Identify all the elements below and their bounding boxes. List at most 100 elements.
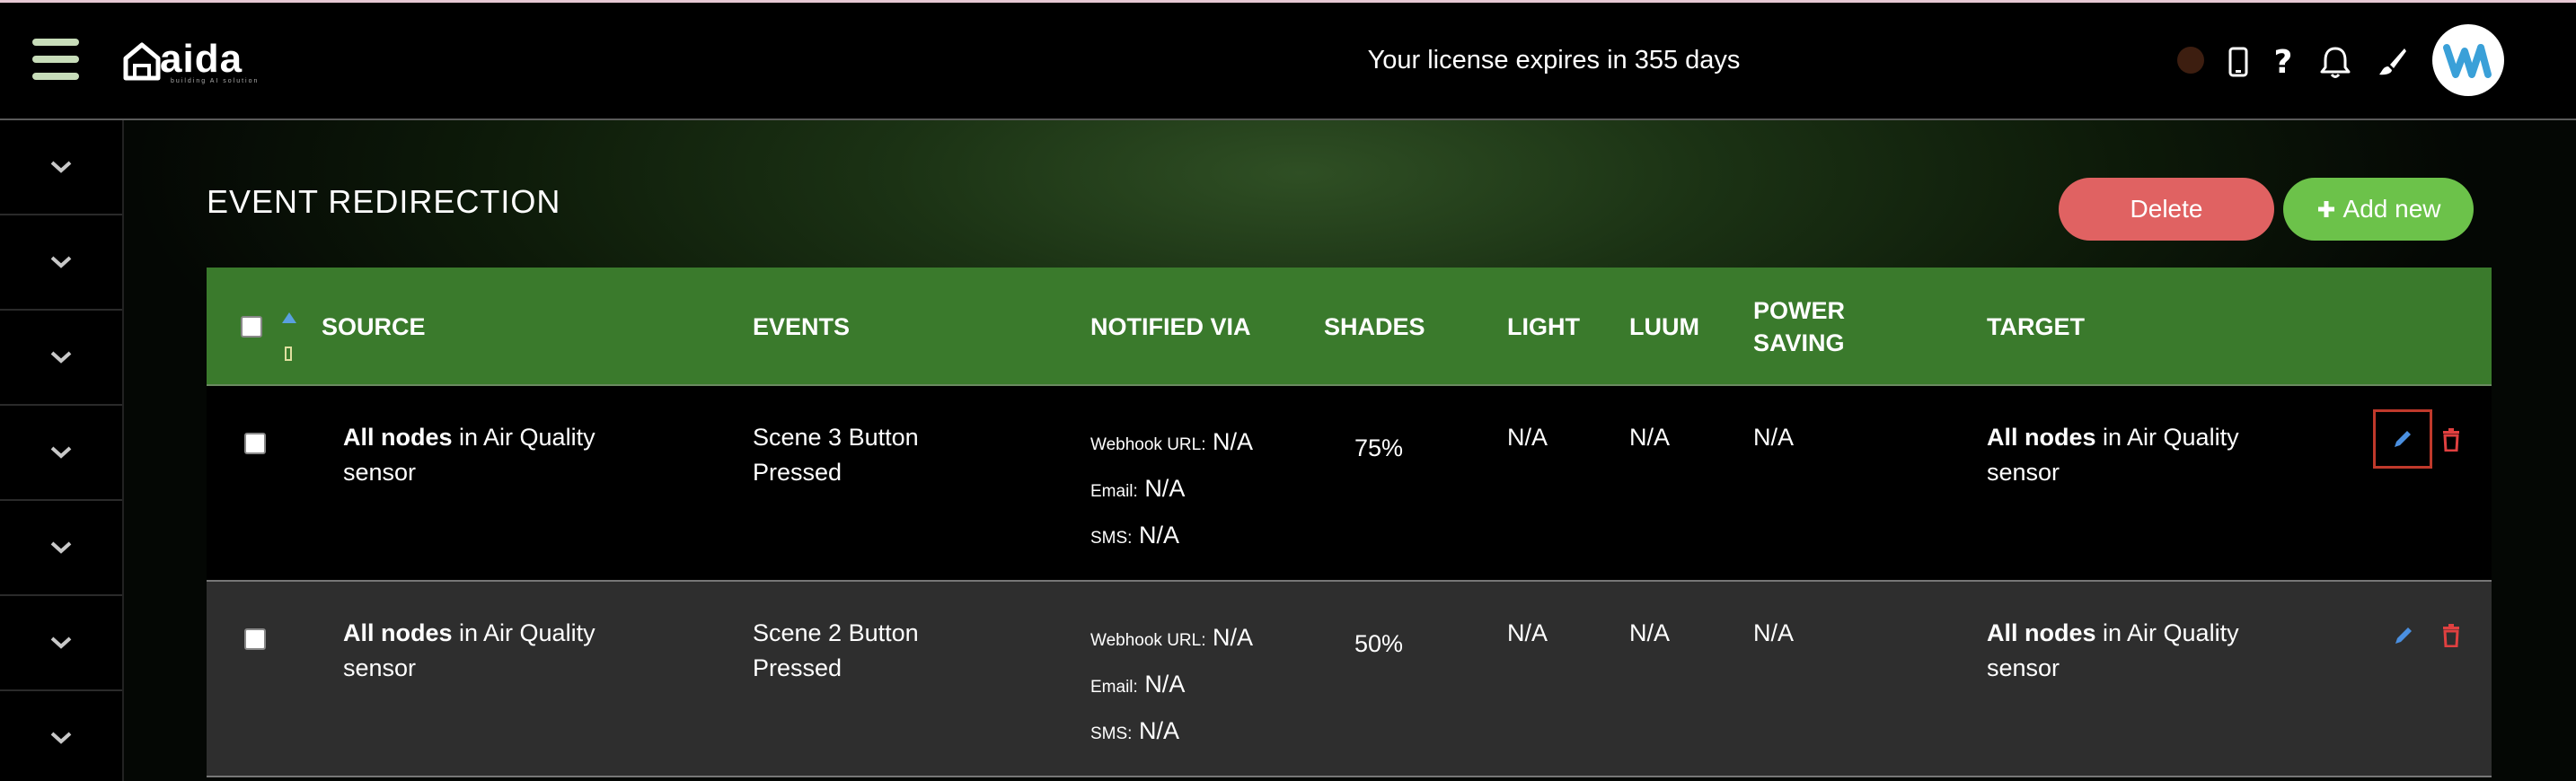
shades-cell: 75% (1354, 434, 1404, 461)
source-scope: All nodes (343, 619, 453, 646)
power-saving-cell: N/A (1753, 424, 1795, 451)
source-device-line2: sensor (343, 459, 417, 486)
target-device-line2: sensor (1987, 654, 2060, 681)
trash-icon (2443, 624, 2459, 647)
logo[interactable]: aida building AI solution (122, 37, 257, 87)
home-logo-icon (123, 42, 161, 81)
row-checkbox[interactable] (244, 628, 266, 650)
col-target[interactable]: TARGET (1987, 311, 2085, 343)
email-value: N/A (1144, 671, 1186, 698)
sidebar-item-4[interactable] (0, 406, 122, 501)
col-notified-via[interactable]: NOTIFIED VIA (1090, 311, 1251, 343)
sort-asc-icon[interactable] (282, 312, 296, 323)
col-events[interactable]: EVENTS (753, 311, 850, 343)
email-label: Email: (1090, 482, 1138, 501)
light-cell: N/A (1507, 619, 1548, 646)
event-line2: Pressed (753, 459, 842, 486)
webhook-label: Webhook URL: (1090, 435, 1206, 454)
status-dot (2177, 47, 2204, 74)
select-all-checkbox[interactable] (241, 316, 262, 338)
logo-subtext: building AI solution (171, 78, 260, 84)
delete-row-button[interactable] (2438, 619, 2465, 652)
event-cell: Scene 3 Button Pressed (753, 420, 919, 490)
pencil-icon (2395, 627, 2412, 644)
license-notice: Your license expires in 355 days (1367, 46, 1741, 75)
delete-row-button[interactable] (2438, 424, 2465, 456)
sidebar-item-6[interactable] (0, 596, 122, 691)
help-icon[interactable]: ? (2263, 42, 2303, 82)
phone-icon[interactable] (2219, 42, 2258, 82)
sms-value: N/A (1138, 717, 1179, 744)
delete-button[interactable]: Delete (2059, 178, 2274, 241)
avatar[interactable] (2432, 24, 2504, 96)
trash-icon (2443, 428, 2459, 452)
light-cell: N/A (1507, 424, 1548, 451)
plus-icon (2317, 201, 2334, 217)
chevron-down-icon (50, 351, 72, 364)
bell-icon[interactable] (2316, 42, 2355, 82)
event-line1: Scene 2 Button (753, 619, 919, 646)
page-title: EVENT REDIRECTION (207, 183, 561, 220)
col-luum[interactable]: LUUM (1629, 311, 1699, 343)
webhook-label: Webhook URL: (1090, 631, 1206, 650)
target-scope: All nodes (1987, 424, 2096, 451)
menu-icon[interactable] (32, 39, 79, 80)
brush-icon[interactable] (2373, 42, 2413, 82)
logo-text: aida (160, 37, 243, 81)
sidebar-item-3[interactable] (0, 311, 122, 406)
event-cell: Scene 2 Button Pressed (753, 616, 919, 686)
sidebar-item-7[interactable] (0, 691, 122, 781)
chevron-down-icon (50, 256, 72, 268)
sidebar-item-1[interactable] (0, 120, 122, 215)
pencil-icon (2395, 431, 2411, 447)
add-new-button[interactable]: Add new (2283, 178, 2474, 241)
target-device: in Air Quality (2095, 424, 2239, 451)
chevron-down-icon (50, 541, 72, 554)
target-scope: All nodes (1987, 619, 2096, 646)
chevron-down-icon (50, 636, 72, 649)
target-device: in Air Quality (2095, 619, 2239, 646)
add-new-label: Add new (2342, 195, 2441, 223)
top-bar: aida building AI solution Your license e… (0, 0, 2576, 118)
target-device-line2: sensor (1987, 459, 2060, 486)
email-value: N/A (1144, 475, 1186, 502)
sms-label: SMS: (1090, 724, 1133, 743)
col-source[interactable]: SOURCE (322, 311, 426, 343)
target-cell: All nodes in Air Quality sensor (1987, 420, 2239, 490)
target-cell: All nodes in Air Quality sensor (1987, 616, 2239, 686)
shades-cell: 50% (1354, 630, 1404, 657)
sort-indicator-icon (285, 347, 292, 361)
col-power-saving-line1: POWER (1753, 297, 1846, 324)
main-content: EVENT REDIRECTION Delete Add new SOURCE … (124, 120, 2576, 781)
sidebar-item-2[interactable] (0, 215, 122, 311)
notified-via-cell: Webhook URL: N/A Email: N/A SMS: N/A (1090, 420, 1253, 560)
table-header: SOURCE EVENTS NOTIFIED VIA SHADES LIGHT … (207, 268, 2492, 386)
power-saving-cell: N/A (1753, 619, 1795, 646)
notified-via-cell: Webhook URL: N/A Email: N/A SMS: N/A (1090, 616, 1253, 756)
event-line2: Pressed (753, 654, 842, 681)
row-checkbox[interactable] (244, 433, 266, 454)
event-line1: Scene 3 Button (753, 424, 919, 451)
chevron-down-icon (50, 446, 72, 459)
sidebar-item-5[interactable] (0, 501, 122, 596)
edit-button[interactable] (2373, 409, 2432, 469)
sms-label: SMS: (1090, 529, 1133, 548)
table-row: All nodes in Air Quality sensor Scene 2 … (207, 582, 2492, 777)
source-device-line2: sensor (343, 654, 417, 681)
col-power-saving-line2: SAVING (1753, 329, 1845, 356)
source-device: in Air Quality (452, 424, 595, 451)
event-table: SOURCE EVENTS NOTIFIED VIA SHADES LIGHT … (207, 268, 2492, 777)
table-row: All nodes in Air Quality sensor Scene 3 … (207, 386, 2492, 582)
chevron-down-icon (50, 732, 72, 744)
webhook-value: N/A (1213, 624, 1254, 651)
edit-button[interactable] (2386, 618, 2422, 654)
col-light[interactable]: LIGHT (1507, 311, 1580, 343)
sidebar (0, 120, 124, 781)
col-power-saving[interactable]: POWER SAVING (1753, 294, 1845, 359)
webhook-value: N/A (1213, 428, 1254, 455)
source-device: in Air Quality (452, 619, 595, 646)
source-cell: All nodes in Air Quality sensor (343, 616, 595, 686)
col-shades[interactable]: SHADES (1324, 311, 1425, 343)
sms-value: N/A (1138, 522, 1179, 548)
luum-cell: N/A (1629, 619, 1671, 646)
